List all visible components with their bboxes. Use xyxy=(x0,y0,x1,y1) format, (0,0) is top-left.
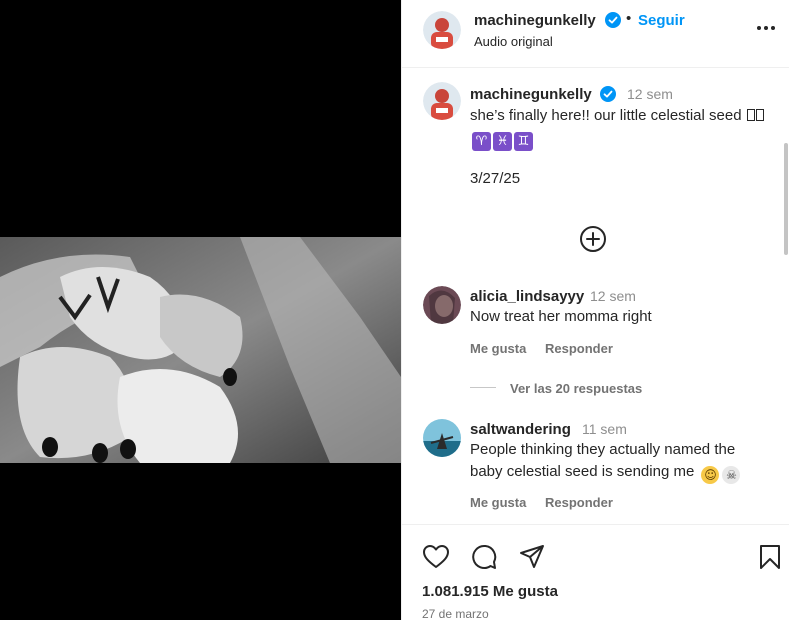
comment-username[interactable]: alicia_lindsayyy xyxy=(470,288,584,305)
scrollbar[interactable] xyxy=(784,143,788,255)
post-header: machinegunkelly • Seguir Audio original xyxy=(402,0,789,68)
comment-reply-button[interactable]: Responder xyxy=(545,341,613,356)
caption-time[interactable]: 12 sem xyxy=(627,86,673,102)
follow-button[interactable]: Seguir xyxy=(638,12,685,29)
post-date[interactable]: 27 de marzo xyxy=(422,607,489,620)
author-avatar[interactable] xyxy=(423,11,461,49)
likes-count[interactable]: 1.081.915 Me gusta xyxy=(422,583,558,600)
audio-label[interactable]: Audio original xyxy=(474,34,553,49)
commenter-avatar[interactable] xyxy=(423,286,461,324)
comment-reply-button[interactable]: Responder xyxy=(545,495,613,510)
caption-username[interactable]: machinegunkelly xyxy=(470,86,592,103)
caption-date: 3/27/25 xyxy=(470,170,521,187)
comment-text: People thinking they actually named the … xyxy=(470,439,770,484)
post-media[interactable] xyxy=(0,0,401,620)
verified-badge-icon xyxy=(600,86,616,102)
heart-icon[interactable] xyxy=(422,543,450,571)
unknown-glyph-icon xyxy=(746,109,755,121)
more-horizontal-icon[interactable] xyxy=(754,16,778,40)
bookmark-icon[interactable] xyxy=(756,543,784,571)
caption-body: she’s finally here!! our little celestia… xyxy=(470,107,742,124)
comment-like-button[interactable]: Me gusta xyxy=(470,495,526,510)
comment-bubble-icon[interactable] xyxy=(470,543,498,571)
laughing-emoji-icon: ☺ xyxy=(701,466,720,484)
comment-body: People thinking they actually named the … xyxy=(470,441,736,480)
unknown-glyph-icon xyxy=(755,109,764,121)
post-photo xyxy=(0,237,401,463)
comment-username[interactable]: saltwandering xyxy=(470,421,571,438)
comments-list[interactable]: machinegunkelly 12 sem she’s finally her… xyxy=(402,69,789,524)
pisces-emoji: ♓ xyxy=(493,132,512,151)
load-more-comments-icon[interactable] xyxy=(578,224,608,254)
verified-badge-icon xyxy=(605,12,621,28)
commenter-avatar[interactable] xyxy=(423,419,461,457)
comment-text: Now treat her momma right xyxy=(470,308,652,325)
separator-dot: • xyxy=(626,10,632,27)
gemini-emoji: ♊ xyxy=(514,132,533,151)
skull-emoji-icon: ☠ xyxy=(722,466,741,484)
post-panel: machinegunkelly • Seguir Audio original xyxy=(401,0,789,620)
caption-text: she’s finally here!! our little celestia… xyxy=(470,105,770,151)
comment-like-button[interactable]: Me gusta xyxy=(470,341,526,356)
view-replies-button[interactable]: Ver las 20 respuestas xyxy=(510,381,642,396)
replies-divider xyxy=(470,387,496,388)
aries-emoji: ♈ xyxy=(472,132,491,151)
share-send-icon[interactable] xyxy=(518,543,546,571)
author-avatar[interactable] xyxy=(423,82,461,120)
comment-time[interactable]: 11 sem xyxy=(582,421,627,437)
author-username[interactable]: machinegunkelly xyxy=(474,12,596,29)
post-actions: 1.081.915 Me gusta 27 de marzo xyxy=(402,524,789,620)
comment-time[interactable]: 12 sem xyxy=(590,288,636,304)
